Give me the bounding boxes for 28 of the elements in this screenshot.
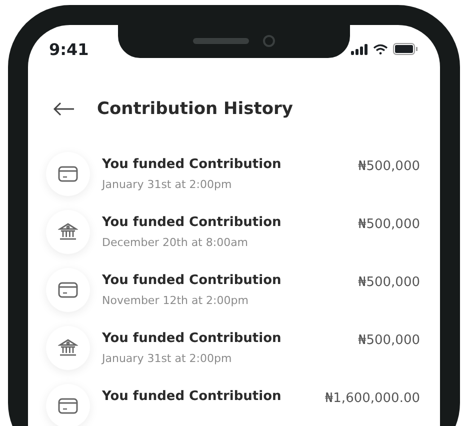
- transaction-title: You funded Contribution: [102, 273, 282, 288]
- transaction-amount: ₦500,000: [358, 217, 420, 232]
- bank-icon: [58, 222, 78, 242]
- wifi-icon: [373, 44, 388, 54]
- transaction-date: November 12th at 2:00pm: [102, 294, 250, 307]
- transaction-amount: ₦1,600,000.00: [324, 391, 420, 406]
- speaker: [193, 38, 249, 44]
- battery-icon: [393, 43, 418, 55]
- transaction-date: January 31st at 2:00pm: [102, 178, 233, 191]
- transaction-title: You funded Contribution: [102, 215, 282, 230]
- status-time: 9:41: [49, 40, 89, 58]
- transaction-title: You funded Contribution: [102, 389, 282, 404]
- signal-icon: [351, 44, 368, 54]
- transaction-amount: ₦500,000: [358, 333, 420, 348]
- card-icon: [58, 282, 78, 298]
- transaction-date: December 20th at 8:00am: [102, 236, 250, 249]
- transaction-amount: ₦500,000: [358, 159, 420, 174]
- camera: [263, 34, 275, 46]
- transaction-amount: ₦500,000: [358, 275, 420, 290]
- back-button[interactable]: [53, 102, 75, 116]
- page-title: Contribution History: [97, 99, 293, 119]
- transaction-title: You funded Contribution: [102, 157, 282, 172]
- transaction-title: You funded Contribution: [102, 331, 282, 346]
- transaction-date: January 31st at 2:00pm: [102, 352, 233, 365]
- card-icon: [58, 166, 78, 182]
- bank-icon: [58, 338, 78, 358]
- card-icon: [58, 398, 78, 414]
- back-arrow-icon: [53, 102, 75, 116]
